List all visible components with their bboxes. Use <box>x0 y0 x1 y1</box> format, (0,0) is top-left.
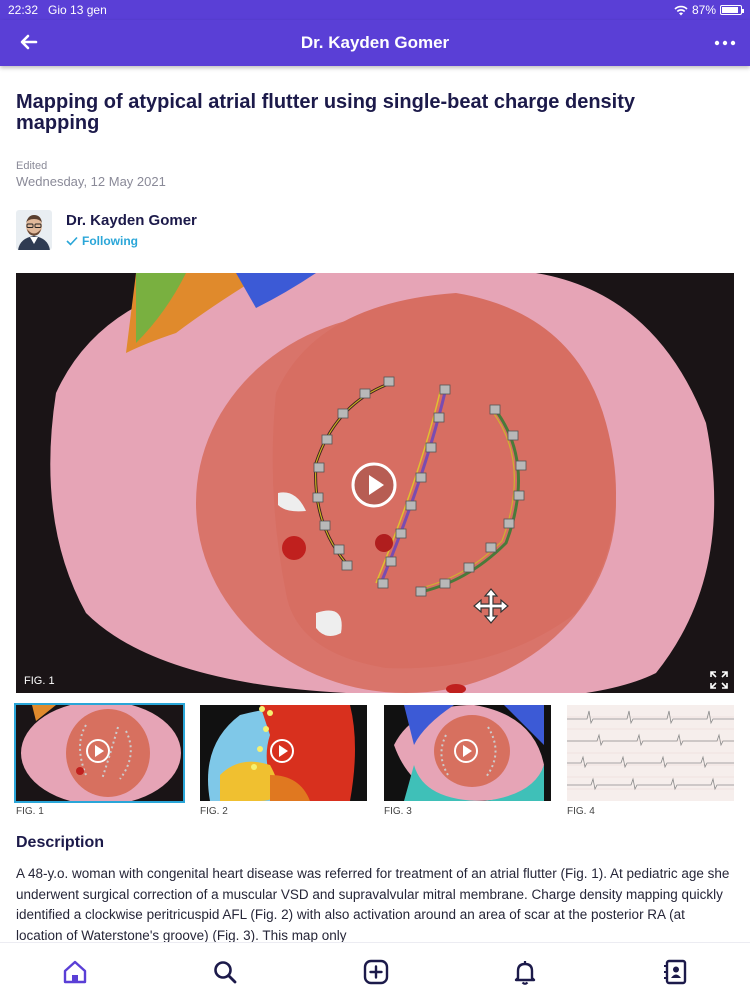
check-icon <box>66 236 78 246</box>
author-name[interactable]: Dr. Kayden Gomer <box>66 212 197 229</box>
back-arrow-icon[interactable] <box>16 28 44 56</box>
wifi-icon <box>674 5 688 15</box>
description-heading: Description <box>16 834 105 851</box>
main-figure-label: FIG. 1 <box>24 675 55 687</box>
app-header: Dr. Kayden Gomer <box>0 20 750 66</box>
thumbnail-image <box>384 705 551 801</box>
header-title: Dr. Kayden Gomer <box>300 33 450 52</box>
edited-label: Edited <box>16 160 48 172</box>
post-title: Mapping of atypical atrial flutter using… <box>16 91 635 134</box>
figure-thumbnail-1[interactable] <box>14 703 185 803</box>
battery-percent: 87% <box>691 3 716 17</box>
play-icon[interactable] <box>350 461 398 509</box>
avatar[interactable] <box>16 210 52 250</box>
add-icon[interactable] <box>361 957 391 987</box>
figure-thumbnail-2[interactable] <box>200 705 367 801</box>
search-icon[interactable] <box>210 957 240 987</box>
post-content: Mapping of atypical atrial flutter using… <box>0 66 750 942</box>
author-row[interactable]: Dr. Kayden Gomer Following <box>16 210 416 250</box>
main-figure-video[interactable]: FIG. 1 <box>16 273 734 693</box>
thumbnail-image <box>200 705 367 801</box>
follow-status-label: Following <box>82 234 138 248</box>
figure-thumbnail-label: FIG. 3 <box>384 806 412 817</box>
home-icon[interactable] <box>60 957 90 987</box>
more-options-icon[interactable] <box>712 30 738 56</box>
figure-thumbnail-3[interactable] <box>384 705 551 801</box>
figure-thumbnail-label: FIG. 2 <box>200 806 228 817</box>
figure-thumbnail-label: FIG. 1 <box>16 806 44 817</box>
battery-icon <box>720 5 744 15</box>
bell-icon[interactable] <box>510 957 540 987</box>
description-text: A 48-y.o. woman with congenital heart di… <box>16 866 730 942</box>
figure-thumbnail-4[interactable] <box>567 705 734 801</box>
fullscreen-icon[interactable] <box>710 671 728 689</box>
status-time: 22:32 <box>8 3 39 17</box>
follow-status[interactable]: Following <box>66 234 138 248</box>
bottom-tab-bar <box>0 942 750 1000</box>
move-cursor-icon <box>473 588 509 624</box>
figure-thumbnail-label: FIG. 4 <box>567 806 595 817</box>
thumbnail-image <box>567 705 734 801</box>
contacts-icon[interactable] <box>660 957 690 987</box>
thumbnail-image <box>16 705 183 801</box>
status-date: Gio 13 gen <box>48 3 107 17</box>
edited-date: Wednesday, 12 May 2021 <box>16 174 166 189</box>
status-bar: 22:32 Gio 13 gen 87% <box>0 0 750 20</box>
